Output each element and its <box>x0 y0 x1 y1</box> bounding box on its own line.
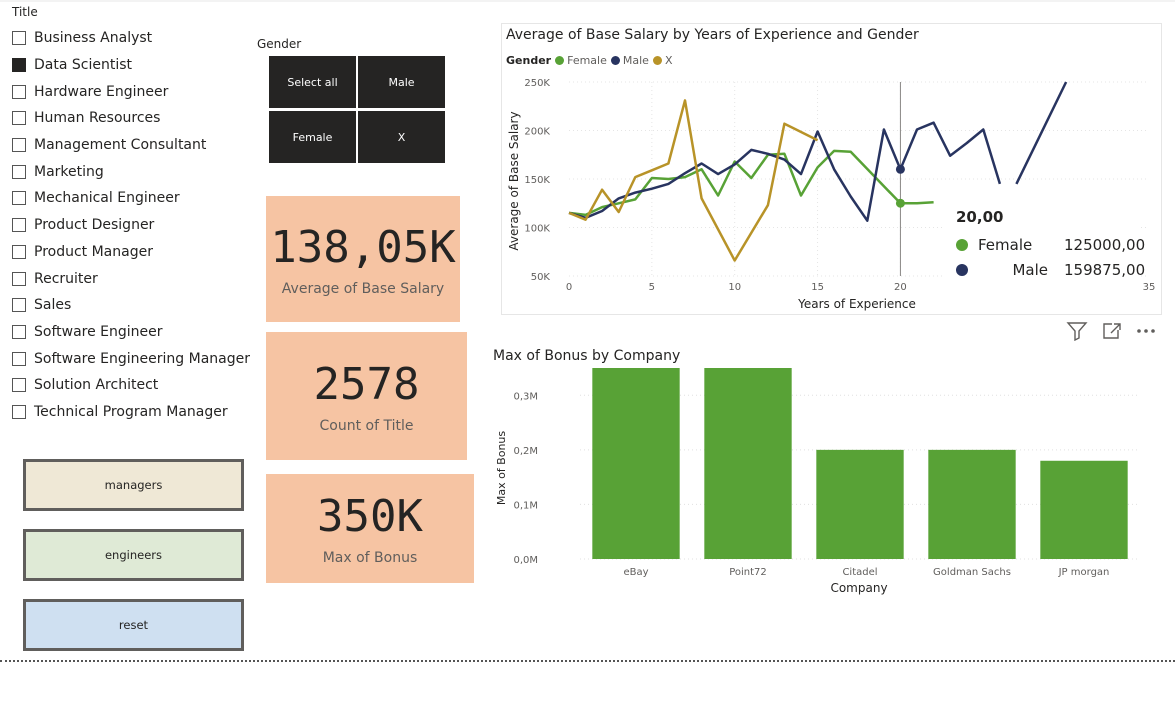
y-tick-label: 0,1M <box>513 500 538 511</box>
bar-goldman-sachs <box>928 449 1016 559</box>
bar-point72 <box>704 368 792 559</box>
x-tick-label: JP morgan <box>1058 567 1110 578</box>
y-tick-label: 0,0M <box>513 555 538 566</box>
x-tick-label: Point72 <box>729 567 767 578</box>
x-tick-label: eBay <box>623 567 648 578</box>
bar-ebay <box>592 368 680 559</box>
bar-jp-morgan <box>1040 460 1128 559</box>
x-tick-label: Citadel <box>842 567 877 578</box>
bar-chart-plot[interactable]: 0,0M 0,1M 0,2M 0,3M eBay Point72 Citadel Goldma… <box>0 0 1175 727</box>
page-divider <box>0 660 1175 662</box>
y-axis-title: Max of Bonus <box>495 431 508 506</box>
y-tick-label: 0,2M <box>513 446 538 457</box>
x-axis-title: Company <box>830 581 887 595</box>
bar-citadel <box>816 449 904 559</box>
x-tick-label: Goldman Sachs <box>933 567 1011 578</box>
y-tick-label: 0,3M <box>513 391 538 402</box>
